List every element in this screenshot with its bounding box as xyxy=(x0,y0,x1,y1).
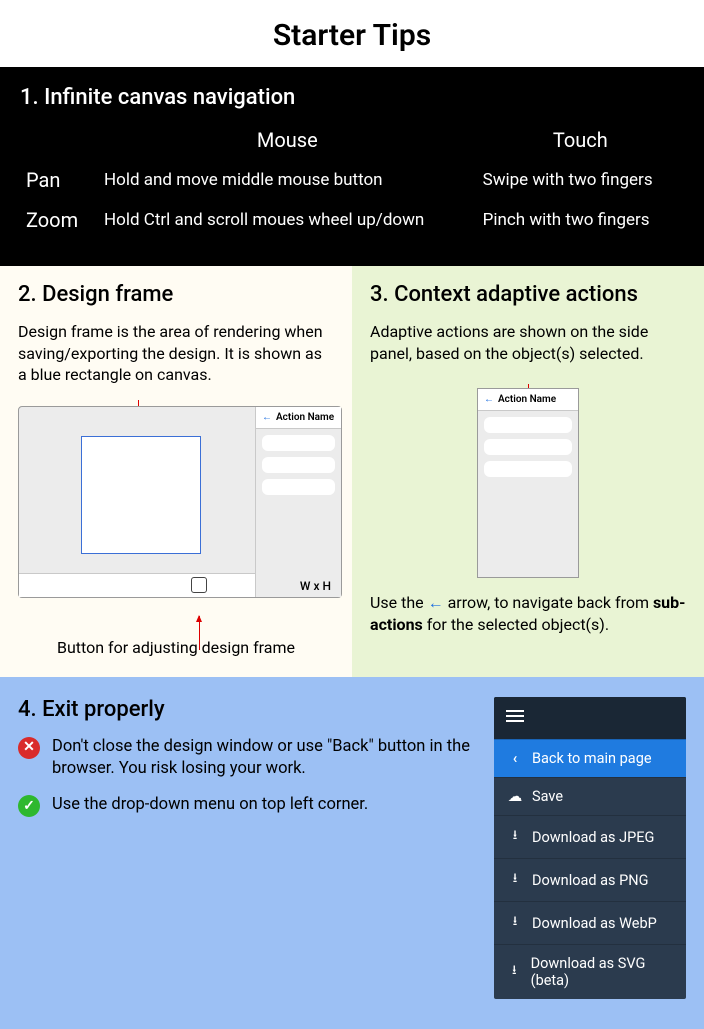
tip-do: ✓ Use the drop-down menu on top left cor… xyxy=(18,794,478,816)
mock-bottom-bar xyxy=(19,573,255,597)
mock-action-item xyxy=(262,479,335,495)
section2-heading: 2. Design frame xyxy=(18,282,334,307)
frame-size-button[interactable] xyxy=(191,577,207,593)
cell-pan-mouse: Hold and move middle mouse button xyxy=(98,160,477,200)
download-icon xyxy=(508,961,521,983)
section2-caption: Button for adjusting design frame xyxy=(18,638,334,657)
wh-label: W x H xyxy=(300,579,331,593)
design-frame-rect xyxy=(81,436,201,554)
mock-sidebar-title: Action Name xyxy=(276,412,334,423)
page-title: Starter Tips xyxy=(0,0,704,67)
col-touch: Touch xyxy=(477,120,684,160)
dropdown-menu-mock: ‹ Back to main page Save Download as JPE… xyxy=(494,697,686,1000)
actions-panel-header: ← Action Name xyxy=(478,389,578,411)
menu-item-label: Download as SVG (beta) xyxy=(531,955,672,989)
download-icon xyxy=(508,912,522,934)
menu-item-download-webp[interactable]: Download as WebP xyxy=(494,901,686,944)
row-pan-label: Pan xyxy=(20,160,98,200)
actions-panel-title: Action Name xyxy=(498,394,556,405)
mock-action-item xyxy=(484,417,572,433)
tip-do-text: Use the drop-down menu on top left corne… xyxy=(52,794,368,816)
row-zoom-label: Zoom xyxy=(20,200,98,240)
section1-heading: 1. Infinite canvas navigation xyxy=(20,85,684,110)
menu-item-download-png[interactable]: Download as PNG xyxy=(494,858,686,901)
back-arrow-icon: ← xyxy=(262,412,272,423)
section3-footer: Use the ← arrow, to navigate back from s… xyxy=(370,592,686,635)
mock-action-item xyxy=(484,461,572,477)
chevron-left-icon: ‹ xyxy=(508,750,522,767)
navigation-table: Mouse Touch Pan Hold and move middle mou… xyxy=(20,120,684,240)
section-canvas-navigation: 1. Infinite canvas navigation Mouse Touc… xyxy=(0,67,704,266)
menu-item-label: Download as WebP xyxy=(532,915,657,932)
section4-heading: 4. Exit properly xyxy=(18,697,478,722)
download-icon xyxy=(508,869,522,891)
table-corner xyxy=(20,120,98,160)
menu-item-label: Back to main page xyxy=(532,750,652,767)
menu-item-label: Save xyxy=(532,788,563,805)
cross-icon: ✕ xyxy=(18,737,40,759)
mock-canvas xyxy=(27,421,255,569)
cloud-icon xyxy=(508,788,522,805)
mock-action-item xyxy=(262,435,335,451)
back-arrow-icon: ← xyxy=(484,394,494,405)
col-mouse: Mouse xyxy=(98,120,477,160)
actions-panel-mock: ← Action Name xyxy=(477,388,579,578)
section-context-actions: 3. Context adaptive actions Adaptive act… xyxy=(352,266,704,677)
mock-action-item xyxy=(484,439,572,455)
mock-sidebar-header: ← Action Name xyxy=(256,407,341,429)
menu-item-back[interactable]: ‹ Back to main page xyxy=(494,739,686,777)
tip-dont: ✕ Don't close the design window or use "… xyxy=(18,736,478,781)
menu-item-label: Download as PNG xyxy=(532,872,648,889)
tip-dont-text: Don't close the design window or use "Ba… xyxy=(52,736,478,781)
menu-item-download-jpeg[interactable]: Download as JPEG xyxy=(494,815,686,858)
mock-sidebar: ← Action Name xyxy=(255,407,341,597)
hamburger-icon[interactable] xyxy=(506,707,524,726)
design-frame-mock: ← Action Name W x H xyxy=(18,406,342,598)
section2-body: Design frame is the area of rendering wh… xyxy=(18,321,334,386)
cell-zoom-mouse: Hold Ctrl and scroll moues wheel up/down xyxy=(98,200,477,240)
mock-action-item xyxy=(262,457,335,473)
menu-header xyxy=(494,697,686,740)
back-arrow-icon: ← xyxy=(428,593,444,612)
menu-item-save[interactable]: Save xyxy=(494,777,686,815)
cell-pan-touch: Swipe with two fingers xyxy=(477,160,684,200)
menu-item-label: Download as JPEG xyxy=(532,829,654,846)
menu-item-download-svg[interactable]: Download as SVG (beta) xyxy=(494,944,686,999)
pointer-arrow-icon xyxy=(199,616,200,650)
section-design-frame: 2. Design frame Design frame is the area… xyxy=(0,266,352,677)
download-icon xyxy=(508,826,522,848)
section3-heading: 3. Context adaptive actions xyxy=(370,282,686,307)
section3-body: Adaptive actions are shown on the side p… xyxy=(370,321,686,364)
cell-zoom-touch: Pinch with two fingers xyxy=(477,200,684,240)
check-icon: ✓ xyxy=(18,795,40,817)
section-exit-properly: 4. Exit properly ✕ Don't close the desig… xyxy=(0,677,704,1029)
